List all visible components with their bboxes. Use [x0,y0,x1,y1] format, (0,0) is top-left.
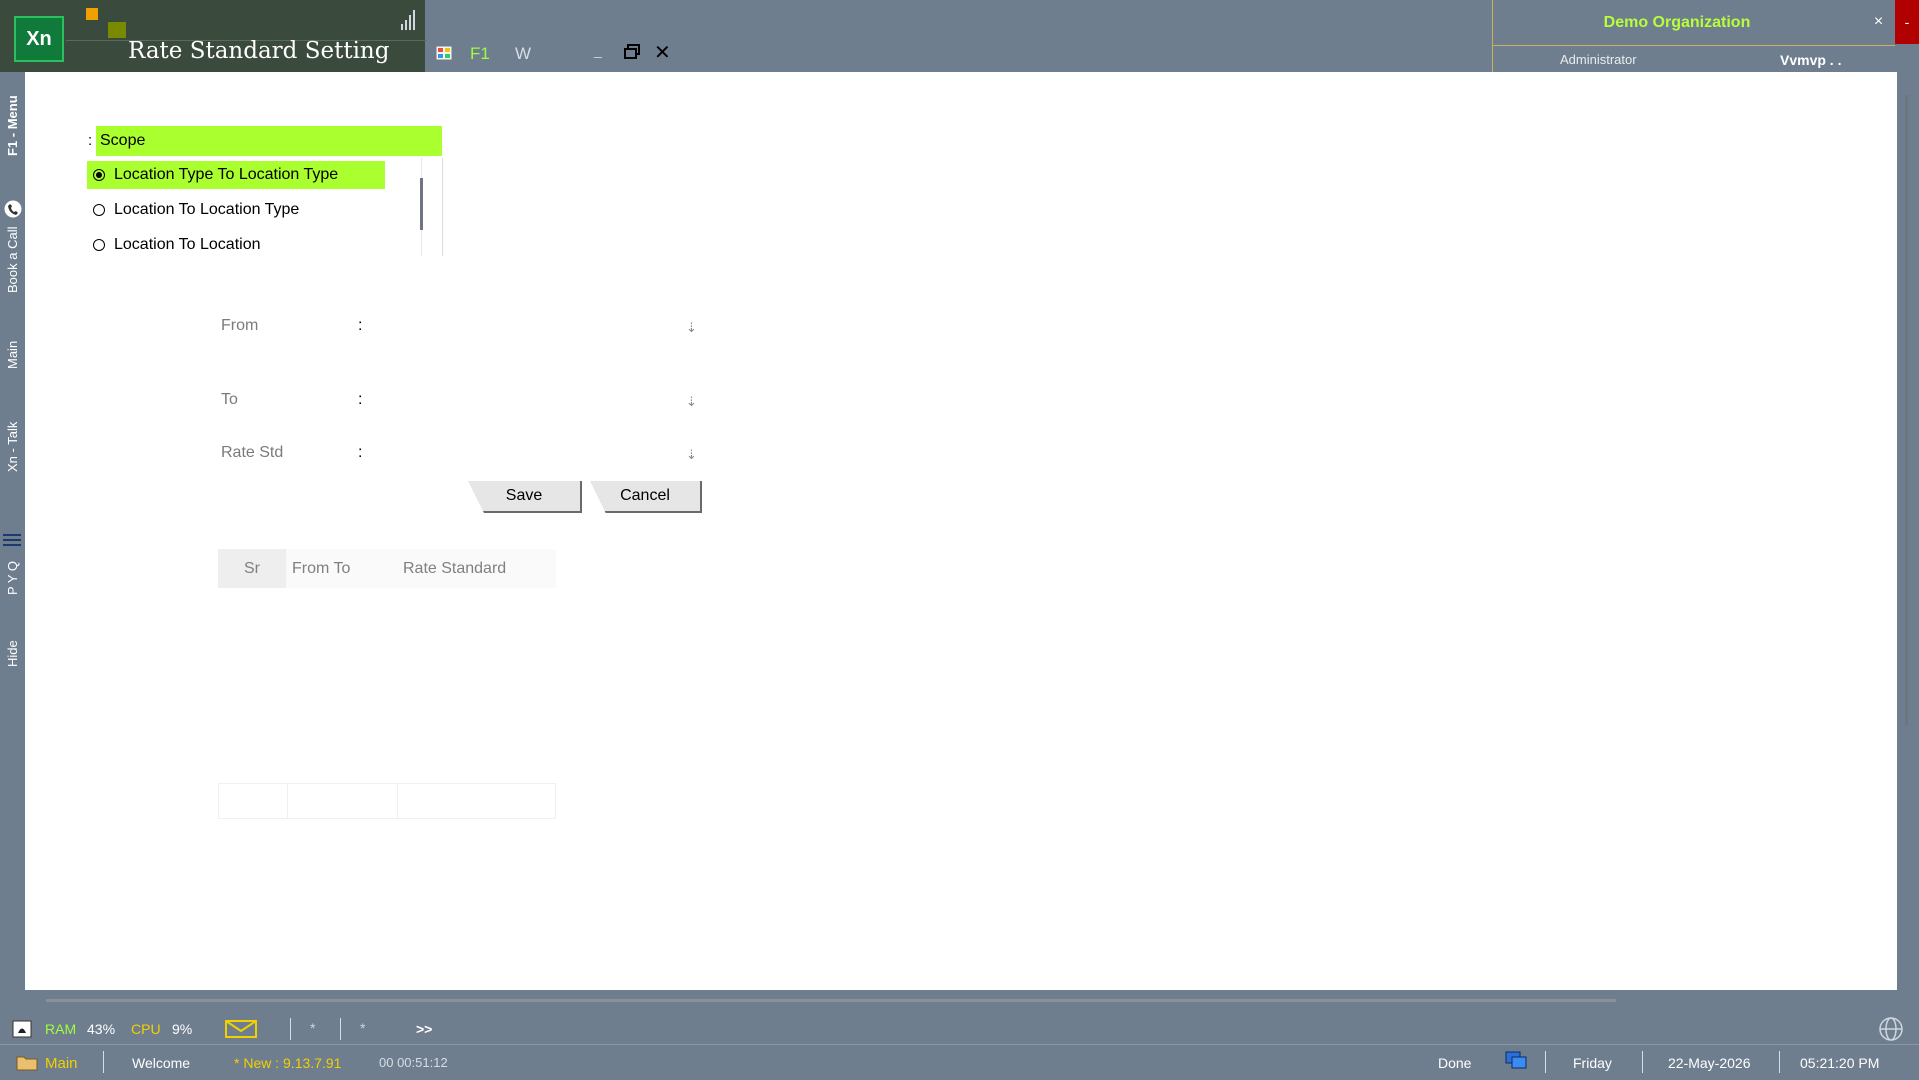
from-dropdown[interactable] [370,310,700,342]
column-header-from-to[interactable]: From To [292,549,392,588]
network-icon[interactable] [1505,1051,1527,1071]
scope-option-label: Location To Location [114,236,261,253]
scope-label: Scope [96,126,442,156]
folder-icon[interactable] [16,1053,38,1071]
phone-icon[interactable] [4,200,22,218]
logo-decoration [108,22,126,38]
side-rail: F1 - Menu Book a Call Main Xn - Talk P Y… [0,72,25,1012]
restore-icon[interactable] [624,44,640,60]
list-icon[interactable] [3,533,21,547]
divider [1492,45,1895,46]
main-tab[interactable]: Main [45,1055,78,1072]
organization-name[interactable]: Demo Organization [1492,14,1862,32]
minimize-icon[interactable]: _ [594,42,602,58]
cpu-label: CPU [131,1021,161,1037]
status-star[interactable]: * [360,1020,365,1036]
day-text: Friday [1573,1055,1612,1071]
vertical-scrollbar[interactable] [1905,95,1908,725]
scope-option-label: Location Type To Location Type [114,166,339,183]
chevron-down-icon[interactable]: ⇣ [686,320,697,336]
done-status: Done [1438,1055,1472,1071]
rate-std-label: Rate Std [221,444,284,461]
radio-icon[interactable] [93,204,105,216]
scope-scrollbar[interactable] [420,178,423,230]
scope-option[interactable]: Location To Location [87,231,385,259]
time-text: 05:21:20 PM [1800,1055,1880,1071]
grid-footer [218,783,556,819]
ram-value: 43% [87,1021,116,1037]
cancel-button[interactable]: Cancel [590,481,702,513]
save-button[interactable]: Save [468,481,582,513]
scope-option-label: Location To Location Type [114,201,300,218]
side-main-button[interactable]: Main [0,330,25,380]
book-call-button[interactable]: Book a Call [0,220,25,300]
column-header-sr[interactable]: Sr [218,549,286,588]
scope-option[interactable]: Location To Location Type [87,196,385,224]
to-colon: : [358,391,363,408]
side-menu-button[interactable]: F1 - Menu [0,86,25,166]
w-button[interactable]: W [515,44,531,64]
divider [1779,1051,1780,1073]
f1-menu-button[interactable]: F1 [470,44,490,64]
globe-icon[interactable] [1878,1016,1904,1042]
signal-icon [401,10,415,30]
divider [340,1018,341,1040]
pyq-button[interactable]: P Y Q [0,548,25,608]
date-text: 22-May-2026 [1668,1055,1751,1071]
user-role: Administrator [1560,52,1637,67]
rate-std-colon: : [358,444,363,461]
radio-icon[interactable] [93,239,105,251]
rate-std-dropdown[interactable] [370,437,700,469]
divider [103,1051,104,1073]
page-title: Rate Standard Setting [128,38,390,64]
more-button[interactable]: >> [416,1021,432,1037]
chevron-down-icon[interactable]: ⇣ [686,394,697,410]
close-icon[interactable]: ✕ [654,40,671,65]
grid-header: Sr From To Rate Standard [218,549,556,588]
column-header-rate-standard[interactable]: Rate Standard [403,549,553,588]
scope-option[interactable]: Location Type To Location Type [87,161,385,189]
version-text[interactable]: * New : 9.13.7.91 [234,1055,341,1071]
session-timer: 00 00:51:12 [379,1055,448,1070]
ram-label: RAM [45,1021,77,1037]
radio-selected-icon[interactable] [93,169,105,181]
talk-button[interactable]: Xn - Talk [0,412,25,482]
from-label: From [221,317,259,334]
welcome-text: Welcome [132,1055,191,1071]
horizontal-scrollbar[interactable] [46,999,1616,1002]
divider [290,1018,291,1040]
scope-colon: : [88,132,93,149]
mail-icon[interactable] [225,1020,257,1038]
divider [1642,1051,1643,1073]
cpu-value: 9% [172,1021,193,1037]
hide-button[interactable]: Hide [0,634,25,674]
window-minimize-button[interactable]: - [1895,0,1919,44]
app-logo[interactable]: Xn [14,16,64,62]
to-label: To [221,391,238,408]
scope-options-list: Location Type To Location Type Location … [83,158,443,256]
from-colon: : [358,317,363,334]
status-star[interactable]: * [310,1020,315,1036]
logo-decoration [86,8,98,20]
monitor-icon[interactable] [12,1020,32,1038]
window-close-button[interactable]: × [1862,0,1895,44]
info-status-bar: Main Welcome * New : 9.13.7.91 00 00:51:… [0,1044,1919,1080]
divider [397,784,398,818]
system-status-bar: RAM 43% CPU 9% * * >> [0,1012,1919,1044]
grid-icon[interactable] [436,46,452,60]
user-name[interactable]: Vvmvp . . [1780,52,1841,68]
to-dropdown[interactable] [370,384,700,416]
divider [287,784,288,818]
chevron-down-icon[interactable]: ⇣ [686,447,697,463]
divider [1545,1051,1546,1073]
